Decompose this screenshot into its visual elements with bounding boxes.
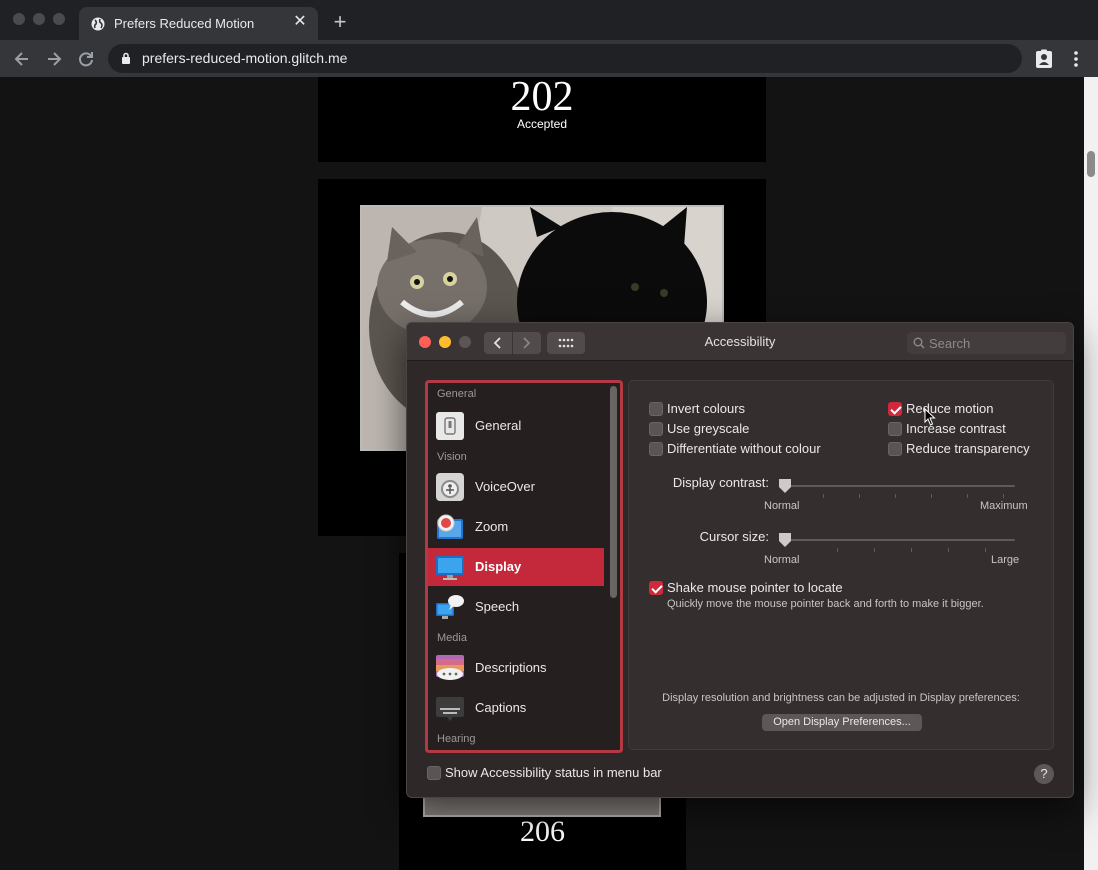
shake-pointer-label: Shake mouse pointer to locate	[667, 580, 843, 595]
zoom-icon	[437, 514, 463, 539]
window-minimize-button[interactable]	[33, 13, 45, 25]
sidebar-item-descriptions[interactable]: Descriptions	[428, 649, 604, 687]
shake-pointer-checkbox[interactable]	[649, 581, 663, 595]
descriptions-icon	[436, 655, 464, 680]
accessibility-titlebar: Accessibility Search	[407, 323, 1073, 361]
use-greyscale-label: Use greyscale	[667, 421, 750, 436]
accessibility-window: Accessibility Search General General Vis…	[406, 322, 1074, 798]
cursor-size-max-label: Large	[991, 554, 1020, 566]
sidebar-section-hearing: Hearing	[437, 733, 476, 745]
increase-contrast-checkbox[interactable]	[888, 422, 902, 436]
reduce-motion-checkbox[interactable]	[888, 402, 902, 416]
lock-icon	[122, 52, 130, 64]
tab-close-icon[interactable]: ✕	[291, 13, 309, 31]
display-panel: Invert colours Use greyscale Differentia…	[628, 380, 1054, 750]
sidebar-item-label: VoiceOver	[475, 479, 535, 494]
open-display-preferences-button[interactable]: Open Display Preferences...	[762, 714, 922, 731]
search-icon	[913, 337, 925, 349]
more-menu-icon[interactable]	[1068, 49, 1084, 69]
speech-icon	[436, 595, 464, 619]
cursor-size-min-label: Normal	[764, 554, 800, 566]
address-bar[interactable]: prefers-reduced-motion.glitch.me	[108, 44, 1022, 73]
sidebar-item-voiceover[interactable]: VoiceOver	[428, 468, 604, 506]
screen: Prefers Reduced Motion ✕ + prefers-reduc…	[0, 0, 1098, 870]
increase-contrast-label: Increase contrast	[906, 421, 1006, 436]
sidebar-item-label: Speech	[475, 599, 520, 614]
display-preferences-note: Display resolution and brightness can be…	[662, 692, 1020, 704]
display-contrast-max-label: Maximum	[980, 500, 1028, 512]
shake-pointer-description: Quickly move the mouse pointer back and …	[667, 598, 984, 610]
invert-colours-checkbox[interactable]	[649, 402, 663, 416]
status-code: 202	[510, 77, 574, 120]
tab-title: Prefers Reduced Motion	[114, 16, 255, 31]
captions-icon	[436, 697, 464, 721]
reduce-transparency-label: Reduce transparency	[906, 441, 1030, 456]
sidebar-scrollbar[interactable]	[610, 386, 617, 598]
differentiate-without-colour-label: Differentiate without colour	[667, 441, 821, 456]
status-label: Accepted	[516, 117, 568, 131]
new-tab-button[interactable]: +	[330, 11, 350, 33]
menu-bar-status-checkbox[interactable]	[427, 766, 441, 780]
search-input[interactable]: Search	[907, 332, 1066, 354]
browser-toolbar: prefers-reduced-motion.glitch.me	[0, 40, 1098, 77]
display-contrast-min-label: Normal	[764, 500, 800, 512]
reduce-transparency-checkbox[interactable]	[888, 442, 902, 456]
search-placeholder: Search	[929, 336, 971, 351]
invert-colours-label: Invert colours	[667, 401, 746, 416]
display-contrast-slider[interactable]	[785, 485, 1015, 487]
sidebar-item-label: Captions	[475, 700, 527, 715]
forward-arrow-icon[interactable]	[44, 49, 64, 69]
sidebar-item-zoom[interactable]: Zoom	[428, 508, 604, 546]
sidebar-item-general[interactable]: General	[428, 407, 604, 445]
sidebar-item-label: Zoom	[475, 519, 509, 534]
display-contrast-label: Display contrast:	[672, 475, 769, 490]
browser-tab-bar: Prefers Reduced Motion ✕ +	[0, 0, 1098, 40]
sidebar-section-media: Media	[437, 632, 467, 644]
page-scrollbar-thumb[interactable]	[1087, 151, 1095, 177]
accessibility-sidebar[interactable]: General General Vision VoiceOver Zoom Di…	[425, 380, 623, 753]
browser-tab[interactable]: Prefers Reduced Motion ✕	[79, 7, 318, 40]
cursor-size-slider[interactable]	[785, 539, 1015, 541]
profile-icon[interactable]	[1034, 49, 1054, 69]
page-scrollbar[interactable]	[1084, 77, 1098, 870]
cursor-size-thumb[interactable]	[778, 532, 792, 548]
display-icon	[436, 556, 464, 580]
cursor-size-label: Cursor size:	[699, 529, 769, 544]
status-card: 202 Accepted	[318, 77, 766, 162]
differentiate-without-colour-checkbox[interactable]	[649, 442, 663, 456]
status-code-2: 206	[520, 815, 565, 848]
voiceover-icon	[436, 473, 464, 501]
back-arrow-icon[interactable]	[12, 49, 32, 69]
sidebar-item-label: Descriptions	[475, 660, 547, 675]
reduce-motion-label: Reduce motion	[906, 401, 994, 416]
help-button[interactable]: ?	[1034, 764, 1054, 784]
sidebar-item-captions[interactable]: Captions	[428, 689, 604, 727]
window-close-button[interactable]	[13, 13, 25, 25]
globe-icon	[91, 17, 105, 31]
general-icon	[436, 412, 464, 440]
sidebar-item-display[interactable]: Display	[428, 548, 604, 586]
sidebar-item-speech[interactable]: Speech	[428, 588, 604, 626]
sidebar-item-label: Display	[475, 559, 522, 574]
use-greyscale-checkbox[interactable]	[649, 422, 663, 436]
menu-bar-status-label: Show Accessibility status in menu bar	[445, 765, 662, 780]
sidebar-section-vision: Vision	[437, 451, 467, 463]
url-text: prefers-reduced-motion.glitch.me	[142, 50, 348, 66]
reload-icon[interactable]	[76, 49, 96, 69]
sidebar-section-general: General	[437, 388, 477, 400]
display-contrast-thumb[interactable]	[778, 478, 792, 494]
window-zoom-button[interactable]	[53, 13, 65, 25]
sidebar-item-label: General	[475, 418, 522, 433]
mouse-cursor-icon	[924, 408, 936, 426]
